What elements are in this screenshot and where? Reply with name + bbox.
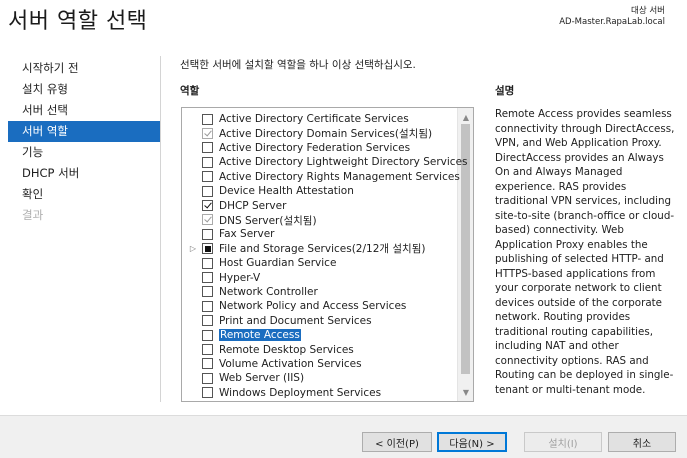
role-label: Remote Desktop Services — [219, 343, 354, 356]
role-row[interactable]: ▷ File and Storage Services(2/12개 설치됨) — [182, 242, 425, 256]
role-label: Active Directory Rights Management Servi… — [219, 170, 460, 183]
sidebar-step-4[interactable]: 기능 — [8, 142, 160, 163]
role-checkbox[interactable] — [202, 315, 213, 327]
scroll-up-arrow-icon[interactable]: ▲ — [458, 110, 473, 124]
role-row[interactable]: Volume Activation Services — [182, 357, 362, 371]
wizard-steps-sidebar: 시작하기 전 설치 유형 서버 선택 서버 역할 기능 DHCP 서버 확인결과 — [8, 58, 160, 226]
role-checkbox[interactable] — [202, 200, 213, 212]
destination-server-info: 대상 서버 AD-Master.RapaLab.local — [559, 6, 665, 28]
role-row[interactable]: Active Directory Certificate Services — [182, 112, 409, 126]
role-label: DNS Server(설치됨) — [219, 214, 317, 227]
role-row[interactable]: Windows Deployment Services — [182, 386, 381, 400]
role-row[interactable]: DHCP Server — [182, 198, 286, 212]
instruction-text: 선택한 서버에 설치할 역할을 하나 이상 선택하십시오. — [180, 59, 416, 71]
role-checkbox[interactable] — [202, 300, 213, 312]
role-row[interactable]: Active Directory Rights Management Servi… — [182, 170, 460, 184]
roles-scrollbar[interactable]: ▲ ▼ — [457, 108, 473, 401]
role-checkbox[interactable] — [202, 329, 213, 341]
role-label: Active Directory Domain Services(설치됨) — [219, 128, 433, 141]
role-row[interactable]: Web Server (IIS) — [182, 371, 304, 385]
role-label: Fax Server — [219, 228, 275, 241]
role-row[interactable]: Active Directory Lightweight Directory S… — [182, 155, 468, 169]
role-row[interactable]: Remote Access — [182, 328, 301, 342]
role-label: Windows Deployment Services — [219, 386, 382, 399]
wizard-footer: < 이전(P) 다음(N) > 설치(I) 취소 — [0, 415, 687, 458]
role-checkbox[interactable] — [202, 344, 213, 356]
role-label: Print and Document Services — [219, 314, 372, 327]
expand-arrow-icon[interactable]: ▷ — [187, 244, 199, 253]
previous-button[interactable]: < 이전(P) — [362, 432, 432, 452]
destination-label: 대상 서버 — [631, 6, 665, 16]
sidebar-step-6[interactable]: 확인 — [8, 184, 160, 205]
role-label: Volume Activation Services — [219, 357, 362, 370]
role-checkbox[interactable] — [202, 228, 213, 240]
role-row[interactable]: Host Guardian Service — [182, 256, 336, 270]
role-row[interactable]: Device Health Attestation — [182, 184, 354, 198]
role-checkbox[interactable] — [202, 286, 213, 298]
role-label: Network Policy and Access Services — [219, 300, 407, 313]
sidebar-step-2[interactable]: 서버 선택 — [8, 100, 160, 121]
role-checkbox[interactable] — [202, 128, 213, 140]
role-row[interactable]: Fax Server — [182, 227, 275, 241]
role-checkbox[interactable] — [202, 372, 213, 384]
sidebar-step-0[interactable]: 시작하기 전 — [8, 58, 160, 79]
scroll-down-arrow-icon[interactable]: ▼ — [458, 385, 473, 399]
role-row[interactable]: Hyper-V — [182, 270, 260, 284]
role-label: File and Storage Services(2/12개 설치됨) — [219, 243, 426, 256]
role-checkbox[interactable] — [202, 156, 213, 168]
role-checkbox[interactable] — [202, 214, 213, 226]
roles-header: 역할 — [180, 85, 200, 97]
role-label: Remote Access — [219, 329, 301, 342]
role-checkbox[interactable] — [202, 272, 213, 284]
role-label: Host Guardian Service — [219, 257, 337, 270]
role-label: Network Controller — [219, 285, 318, 298]
role-checkbox[interactable] — [202, 257, 213, 269]
role-row[interactable]: Remote Desktop Services — [182, 342, 354, 356]
role-label: DHCP Server — [219, 199, 287, 212]
cancel-button[interactable]: 취소 — [608, 432, 676, 452]
sidebar-step-3[interactable]: 서버 역할 — [8, 121, 160, 142]
role-label: Web Server (IIS) — [219, 372, 305, 385]
next-button[interactable]: 다음(N) > — [437, 432, 507, 452]
destination-server-name: AD-Master.RapaLab.local — [559, 17, 665, 27]
role-checkbox[interactable] — [202, 243, 213, 255]
role-label: Active Directory Federation Services — [219, 141, 411, 154]
role-checkbox[interactable] — [202, 171, 213, 183]
role-row[interactable]: DNS Server(설치됨) — [182, 213, 317, 227]
role-checkbox[interactable] — [202, 387, 213, 399]
role-description: Remote Access provides seamless connecti… — [495, 108, 675, 396]
sidebar-step-1[interactable]: 설치 유형 — [8, 79, 160, 100]
sidebar-step-7: 결과 — [22, 208, 44, 222]
role-row[interactable]: Print and Document Services — [182, 314, 372, 328]
page-title: 서버 역할 선택 — [8, 9, 148, 34]
install-button[interactable]: 설치(I) — [524, 432, 602, 452]
role-row[interactable]: Network Controller — [182, 285, 318, 299]
role-checkbox[interactable] — [202, 113, 213, 125]
role-row[interactable]: Active Directory Domain Services(설치됨) — [182, 126, 432, 140]
role-row[interactable]: Active Directory Federation Services — [182, 141, 410, 155]
role-label: Hyper-V — [219, 271, 261, 284]
role-checkbox[interactable] — [202, 142, 213, 154]
sidebar-step-5[interactable]: DHCP 서버 — [8, 163, 160, 184]
role-label: Device Health Attestation — [219, 185, 354, 198]
description-header: 설명 — [495, 85, 515, 97]
sidebar-divider — [160, 56, 161, 402]
role-label: Active Directory Lightweight Directory S… — [219, 156, 468, 169]
role-label: Active Directory Certificate Services — [219, 113, 409, 126]
role-checkbox[interactable] — [202, 358, 213, 370]
role-checkbox[interactable] — [202, 185, 213, 197]
roles-listbox[interactable]: ▲ ▼ Active Directory Certificate Service… — [181, 107, 474, 402]
role-row[interactable]: Network Policy and Access Services — [182, 299, 406, 313]
